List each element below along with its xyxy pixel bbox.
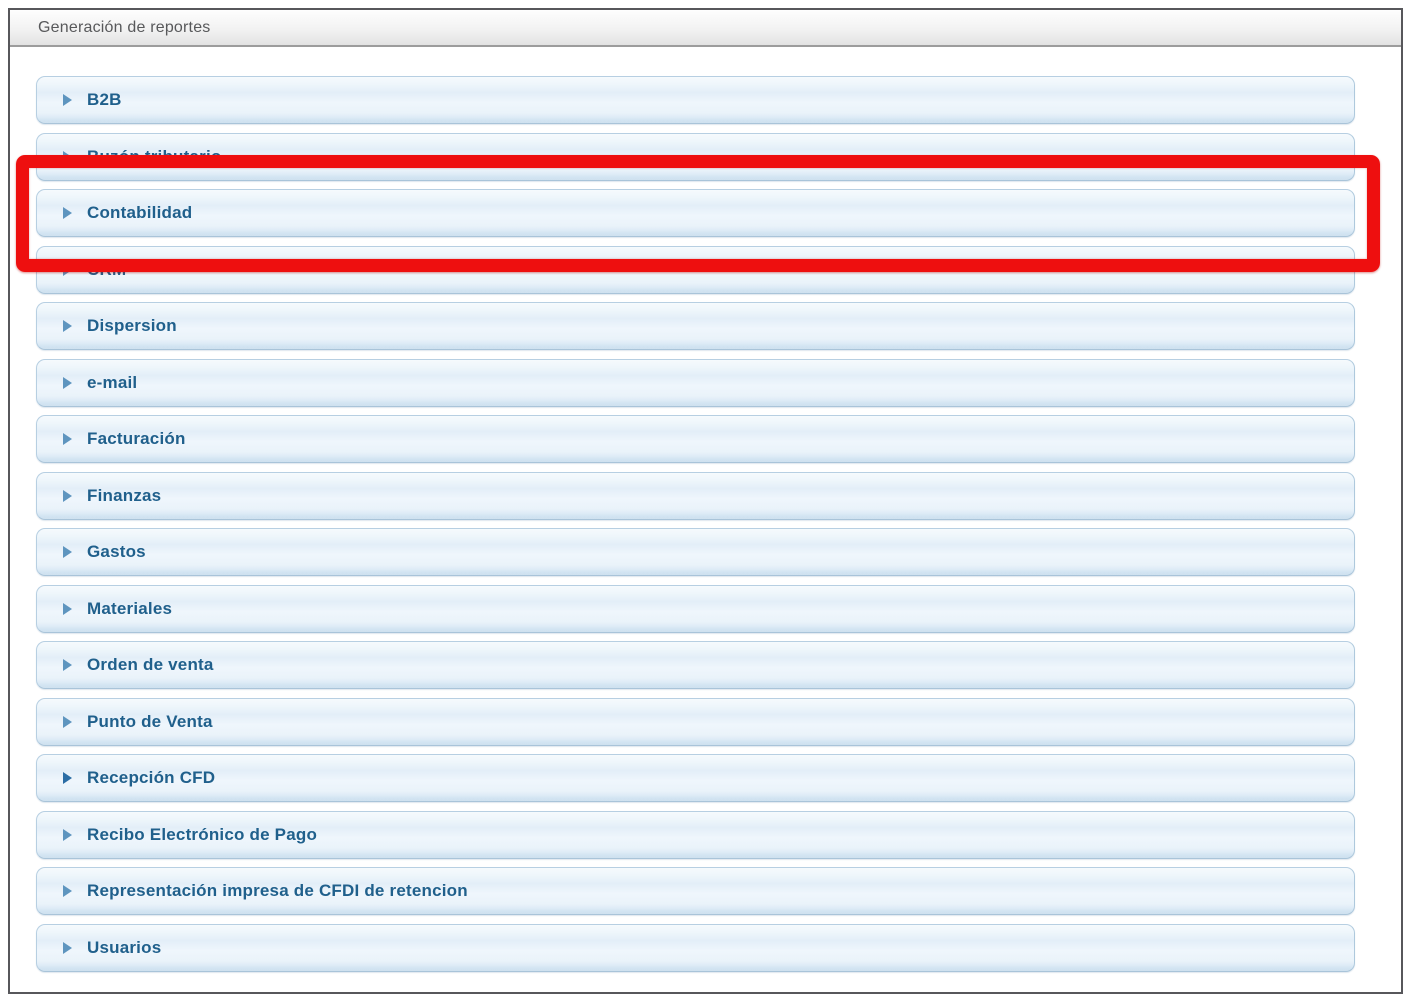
report-category-label: Dispersion — [87, 316, 177, 336]
expand-arrow-icon — [63, 320, 72, 332]
report-category-list: B2B Buzón tributario Contabilidad CRM Di… — [10, 47, 1401, 972]
report-category-label: Recepción CFD — [87, 768, 215, 788]
report-category-label: Materiales — [87, 599, 172, 619]
report-category-label: Contabilidad — [87, 203, 192, 223]
report-category-row-9[interactable]: Materiales — [36, 585, 1355, 633]
report-category-row-15[interactable]: Usuarios — [36, 924, 1355, 972]
expand-arrow-icon — [63, 94, 72, 106]
expand-arrow-icon — [63, 659, 72, 671]
report-category-label: Finanzas — [87, 486, 161, 506]
expand-arrow-icon — [63, 207, 72, 219]
report-category-label: B2B — [87, 90, 122, 110]
panel-title: Generación de reportes — [38, 19, 211, 37]
report-category-label: e-mail — [87, 373, 137, 393]
report-category-label: Usuarios — [87, 938, 161, 958]
report-category-row-13[interactable]: Recibo Electrónico de Pago — [36, 811, 1355, 859]
report-category-label: Orden de venta — [87, 655, 214, 675]
report-category-label: CRM — [87, 260, 126, 280]
reports-panel: Generación de reportes B2B Buzón tributa… — [8, 8, 1403, 994]
expand-arrow-icon — [63, 264, 72, 276]
report-category-row-1[interactable]: Buzón tributario — [36, 133, 1355, 181]
report-category-row-12[interactable]: Recepción CFD — [36, 754, 1355, 802]
expand-arrow-icon — [63, 829, 72, 841]
expand-arrow-icon — [63, 546, 72, 558]
panel-header: Generación de reportes — [10, 10, 1401, 47]
expand-arrow-icon — [63, 433, 72, 445]
expand-arrow-icon — [63, 772, 72, 784]
report-category-row-3[interactable]: CRM — [36, 246, 1355, 294]
expand-arrow-icon — [63, 885, 72, 897]
expand-arrow-icon — [63, 716, 72, 728]
report-category-label: Gastos — [87, 542, 146, 562]
expand-arrow-icon — [63, 490, 72, 502]
report-category-row-0[interactable]: B2B — [36, 76, 1355, 124]
expand-arrow-icon — [63, 942, 72, 954]
report-category-row-8[interactable]: Gastos — [36, 528, 1355, 576]
report-category-row-10[interactable]: Orden de venta — [36, 641, 1355, 689]
expand-arrow-icon — [63, 603, 72, 615]
report-category-row-5[interactable]: e-mail — [36, 359, 1355, 407]
expand-arrow-icon — [63, 151, 72, 163]
report-category-row-2[interactable]: Contabilidad — [36, 189, 1355, 237]
report-category-row-7[interactable]: Finanzas — [36, 472, 1355, 520]
expand-arrow-icon — [63, 377, 72, 389]
report-category-row-14[interactable]: Representación impresa de CFDI de retenc… — [36, 867, 1355, 915]
report-category-label: Buzón tributario — [87, 147, 221, 167]
report-category-label: Facturación — [87, 429, 186, 449]
report-category-row-6[interactable]: Facturación — [36, 415, 1355, 463]
report-category-label: Representación impresa de CFDI de retenc… — [87, 881, 468, 901]
report-category-row-11[interactable]: Punto de Venta — [36, 698, 1355, 746]
report-category-label: Punto de Venta — [87, 712, 213, 732]
report-category-label: Recibo Electrónico de Pago — [87, 825, 317, 845]
report-category-row-4[interactable]: Dispersion — [36, 302, 1355, 350]
